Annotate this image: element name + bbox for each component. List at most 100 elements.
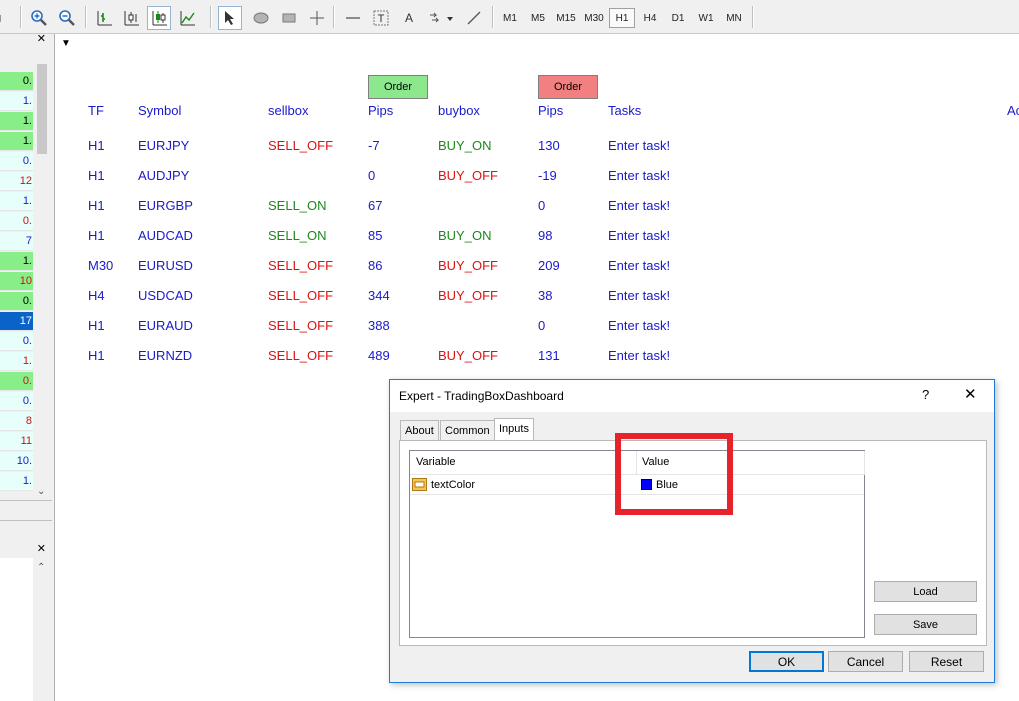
row-sellbox[interactable]: SELL_OFF (268, 348, 333, 363)
market-watch-cell[interactable]: 0. (0, 292, 33, 311)
column-variable[interactable]: Variable (416, 456, 456, 468)
row-symbol: EURAUD (138, 318, 193, 333)
load-button[interactable]: Load (874, 581, 977, 602)
market-watch-cell[interactable]: 1. (0, 132, 33, 151)
market-watch-cell[interactable]: 0. (0, 152, 33, 171)
bar-chart-icon[interactable] (92, 6, 116, 30)
text-label-icon[interactable]: A (397, 6, 421, 30)
close-icon[interactable]: ✕ (37, 32, 46, 45)
line-chart-icon[interactable] (175, 6, 199, 30)
market-watch-cell[interactable]: 1. (0, 192, 33, 211)
navigator-body (0, 558, 33, 701)
market-watch-cell[interactable]: 0. (0, 392, 33, 411)
variable-icon (412, 478, 427, 491)
market-watch-cell[interactable]: 1. (0, 112, 33, 131)
row-buybox[interactable]: BUY_ON (438, 138, 491, 153)
tab-common[interactable]: Common (440, 420, 495, 440)
ellipse-tool-icon[interactable] (249, 6, 273, 30)
horizontal-line-icon[interactable] (341, 6, 365, 30)
market-watch-cell[interactable]: 0. (0, 332, 33, 351)
navigator-scrollbar[interactable] (33, 558, 50, 701)
row-task[interactable]: Enter task! (608, 348, 670, 363)
close-icon[interactable]: ✕ (37, 542, 46, 555)
header-tasks: Tasks (608, 103, 642, 118)
help-icon[interactable]: ? (922, 387, 929, 402)
row-sellbox[interactable]: SELL_OFF (268, 258, 333, 273)
row-task[interactable]: Enter task! (608, 138, 670, 153)
arrows-dropdown-icon[interactable] (425, 6, 457, 30)
market-watch-cell[interactable]: 1. (0, 472, 33, 491)
row-task[interactable]: Enter task! (608, 198, 670, 213)
dialog-titlebar[interactable]: Expert - TradingBoxDashboard ? ✕ (390, 380, 994, 412)
row-pips-buy: 0 (538, 318, 546, 333)
row-sellbox[interactable]: SELL_OFF (268, 288, 333, 303)
expert-properties-dialog: Expert - TradingBoxDashboard ? ✕ About C… (389, 379, 995, 683)
rectangle-tool-icon[interactable] (277, 6, 301, 30)
chart-menu-arrow-icon[interactable]: ▼ (61, 38, 71, 49)
zoom-in-icon[interactable] (27, 6, 51, 30)
timeframe-h1[interactable]: H1 (609, 8, 635, 28)
row-sellbox[interactable]: SELL_OFF (268, 318, 333, 333)
column-divider[interactable] (864, 451, 865, 475)
row-tf: H1 (88, 318, 105, 333)
row-buybox[interactable]: BUY_OFF (438, 348, 498, 363)
tab-about[interactable]: About (400, 420, 439, 440)
row-symbol: EURUSD (138, 258, 193, 273)
market-watch-cell[interactable]: 0. (0, 212, 33, 231)
candle-chart-icon[interactable] (147, 6, 171, 30)
text-tool-icon[interactable]: T (369, 6, 393, 30)
tab-inputs[interactable]: Inputs (494, 418, 534, 441)
market-watch-cell[interactable]: 1. (0, 252, 33, 271)
chevron-down-icon[interactable]: ⌄ (37, 486, 45, 497)
market-watch-cell[interactable]: 11 (0, 432, 33, 451)
order-sell-button[interactable]: Order (368, 75, 428, 99)
market-watch-cell[interactable]: 1. (0, 92, 33, 111)
zoom-out-icon[interactable] (55, 6, 79, 30)
timeframe-m5[interactable]: M5 (525, 8, 551, 28)
row-task[interactable]: Enter task! (608, 288, 670, 303)
row-buybox[interactable]: BUY_OFF (438, 258, 498, 273)
timeframe-mn[interactable]: MN (721, 8, 747, 28)
market-watch-cell[interactable]: 7 (0, 232, 33, 251)
trendline-icon[interactable] (462, 6, 486, 30)
cancel-button[interactable]: Cancel (828, 651, 903, 672)
row-task[interactable]: Enter task! (608, 258, 670, 273)
timeframe-m30[interactable]: M30 (581, 8, 607, 28)
row-task[interactable]: Enter task! (608, 228, 670, 243)
market-watch-cell[interactable]: 12 (0, 172, 33, 191)
crosshair-icon[interactable] (305, 6, 329, 30)
order-buy-button[interactable]: Order (538, 75, 598, 99)
candlestick-icon[interactable] (119, 6, 143, 30)
ok-button[interactable]: OK (749, 651, 824, 672)
cursor-arrow-icon[interactable] (218, 6, 242, 30)
chevron-up-icon[interactable]: ⌃ (37, 562, 45, 573)
market-watch-cell[interactable]: 8 (0, 412, 33, 431)
market-watch-cell[interactable]: 1. (0, 352, 33, 371)
timeframe-d1[interactable]: D1 (665, 8, 691, 28)
row-sellbox[interactable]: SELL_ON (268, 198, 327, 213)
timeframe-h4[interactable]: H4 (637, 8, 663, 28)
header-symbol: Symbol (138, 103, 182, 118)
market-watch-cell[interactable]: 17 (0, 312, 33, 331)
row-buybox[interactable]: BUY_ON (438, 228, 491, 243)
reset-button[interactable]: Reset (909, 651, 984, 672)
row-sellbox[interactable]: SELL_OFF (268, 138, 333, 153)
toolbar-cut-item[interactable]: g (0, 6, 6, 30)
close-icon[interactable]: ✕ (964, 385, 977, 403)
timeframe-m15[interactable]: M15 (553, 8, 579, 28)
scrollbar-thumb[interactable] (37, 64, 47, 154)
row-buybox[interactable]: BUY_OFF (438, 288, 498, 303)
market-watch-cell[interactable]: 10. (0, 452, 33, 471)
row-pips-sell: -7 (368, 138, 380, 153)
save-button[interactable]: Save (874, 614, 977, 635)
timeframe-m1[interactable]: M1 (497, 8, 523, 28)
market-watch-cell[interactable]: 0. (0, 72, 33, 91)
row-task[interactable]: Enter task! (608, 168, 670, 183)
row-task[interactable]: Enter task! (608, 318, 670, 333)
timeframe-w1[interactable]: W1 (693, 8, 719, 28)
market-watch-cell[interactable]: 10 (0, 272, 33, 291)
row-sellbox[interactable]: SELL_ON (268, 228, 327, 243)
header-sellbox: sellbox (268, 103, 309, 118)
market-watch-cell[interactable]: 0. (0, 372, 33, 391)
row-buybox[interactable]: BUY_OFF (438, 168, 498, 183)
